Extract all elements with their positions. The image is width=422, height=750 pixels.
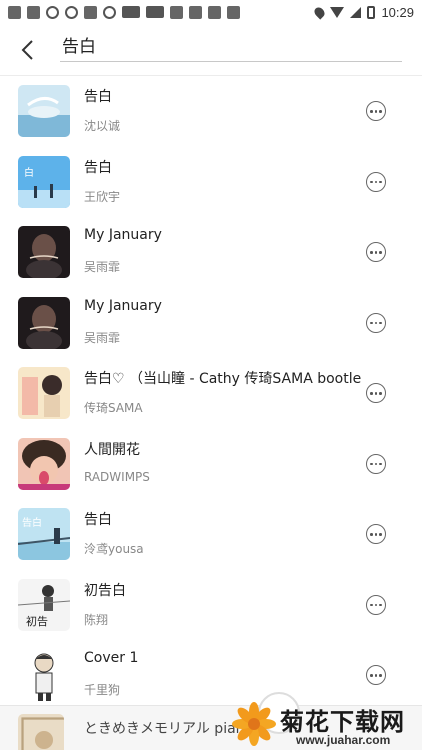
news-app-icon bbox=[122, 6, 140, 18]
song-texts: 告白♡ （当山瞳 - Cathy 传琦SAMA bootleg) 传琦SAMA bbox=[84, 358, 362, 429]
song-title: My January bbox=[84, 297, 162, 314]
album-cover bbox=[18, 296, 70, 349]
svg-text:告白: 告白 bbox=[22, 516, 42, 529]
song-title: My January bbox=[84, 227, 162, 243]
song-artist: 吴雨霏 bbox=[84, 260, 121, 274]
notification-icon bbox=[84, 5, 97, 19]
watermark-url: www.juahar.com bbox=[296, 733, 391, 747]
wifi-icon bbox=[330, 6, 345, 18]
song-artist: 王欣宇 bbox=[84, 189, 121, 204]
back-button[interactable] bbox=[14, 36, 42, 64]
app-icon bbox=[208, 5, 221, 19]
song-artist: 吴雨霏 bbox=[84, 330, 121, 345]
song-title: 人間開花 bbox=[84, 441, 140, 458]
app-icon bbox=[189, 5, 202, 19]
song-texts: 告白 沈以诚 bbox=[84, 76, 362, 147]
album-cover bbox=[18, 649, 70, 702]
song-texts: 告白 王欣宇 bbox=[84, 147, 362, 218]
song-artist: 泠鸢yousa bbox=[84, 542, 144, 556]
more-circle-icon[interactable] bbox=[366, 524, 386, 545]
status-bar: 10:29 bbox=[0, 0, 422, 24]
song-artist: 千里狗 bbox=[84, 683, 121, 697]
song-title: 告白 bbox=[84, 159, 112, 176]
more-circle-icon[interactable] bbox=[366, 665, 386, 686]
more-circle-icon[interactable] bbox=[366, 242, 386, 263]
song-texts: 初告白 陈翔 bbox=[84, 570, 362, 641]
more-circle-icon[interactable] bbox=[366, 171, 386, 192]
song-artist: 沈以诚 bbox=[84, 119, 121, 133]
song-texts: 告白 泠鸢yousa bbox=[84, 499, 362, 570]
song-title: 告白 bbox=[84, 512, 112, 528]
signal-icon bbox=[350, 6, 362, 18]
watermark-title: 菊花下载网 bbox=[280, 708, 405, 736]
song-title: 初告白 bbox=[84, 582, 126, 599]
song-list: 告白 沈以诚 白 告白 王欣宇 My January 吴雨霏 My Januar… bbox=[0, 76, 422, 711]
app-icon bbox=[170, 5, 183, 19]
more-circle-icon[interactable] bbox=[366, 101, 386, 122]
song-artist: 传琦SAMA bbox=[84, 401, 143, 415]
svg-text:初告: 初告 bbox=[26, 614, 48, 628]
status-right-icons: 10:29 bbox=[312, 4, 414, 20]
news-app-icon bbox=[146, 6, 164, 18]
notification-icon bbox=[46, 5, 59, 19]
song-row[interactable]: 告白 沈以诚 bbox=[0, 76, 422, 147]
song-title: ときめきメモリアル pian bbox=[84, 721, 245, 737]
more-circle-icon[interactable] bbox=[366, 453, 386, 474]
svg-text:白: 白 bbox=[24, 166, 34, 179]
album-cover bbox=[18, 367, 70, 420]
notification-icon bbox=[27, 5, 40, 19]
chrysanthemum-logo-icon bbox=[232, 702, 276, 746]
song-row[interactable]: My January 吴雨霏 bbox=[0, 217, 422, 288]
status-left-icons bbox=[8, 5, 240, 19]
more-circle-icon[interactable] bbox=[366, 383, 386, 404]
song-row[interactable]: 告白 告白 泠鸢yousa bbox=[0, 499, 422, 570]
song-texts: My January 吴雨霏 bbox=[84, 288, 362, 359]
song-artist: RADWIMPS bbox=[84, 469, 150, 484]
song-title: 告白♡ （当山瞳 - Cathy 传琦SAMA bootleg) bbox=[84, 371, 362, 387]
battery-icon bbox=[367, 5, 376, 19]
album-cover: 初告 bbox=[18, 578, 70, 631]
chevron-left-icon bbox=[21, 40, 33, 60]
album-cover bbox=[18, 226, 70, 279]
notification-icon bbox=[103, 5, 116, 19]
song-texts: My January 吴雨霏 bbox=[84, 217, 362, 288]
location-icon bbox=[312, 4, 328, 20]
album-cover: 白 bbox=[18, 155, 70, 208]
search-input[interactable]: 告白 bbox=[60, 32, 402, 62]
search-header: 告白 bbox=[0, 24, 422, 76]
more-circle-icon[interactable] bbox=[366, 594, 386, 615]
album-cover bbox=[18, 85, 70, 138]
song-row[interactable]: My January 吴雨霏 bbox=[0, 288, 422, 359]
song-row[interactable]: 初告 初告白 陈翔 bbox=[0, 570, 422, 641]
site-watermark: 菊花下载网 www.juahar.com bbox=[230, 700, 422, 750]
notification-icon bbox=[8, 5, 21, 19]
more-circle-icon[interactable] bbox=[366, 312, 386, 333]
song-row[interactable]: 白 告白 王欣宇 bbox=[0, 147, 422, 218]
song-title: Cover 1 bbox=[84, 650, 139, 666]
song-row[interactable]: 人間開花 RADWIMPS bbox=[0, 429, 422, 500]
album-cover bbox=[18, 437, 70, 490]
notification-icon bbox=[65, 5, 78, 19]
album-cover: 告白 bbox=[18, 508, 70, 561]
song-row[interactable]: 告白♡ （当山瞳 - Cathy 传琦SAMA bootleg) 传琦SAMA bbox=[0, 358, 422, 429]
song-artist: 陈翔 bbox=[84, 612, 109, 627]
app-icon bbox=[227, 5, 240, 19]
status-time: 10:29 bbox=[381, 4, 414, 20]
album-cover bbox=[18, 714, 64, 750]
song-title: 告白 bbox=[84, 89, 112, 105]
song-texts: 人間開花 RADWIMPS bbox=[84, 429, 362, 500]
